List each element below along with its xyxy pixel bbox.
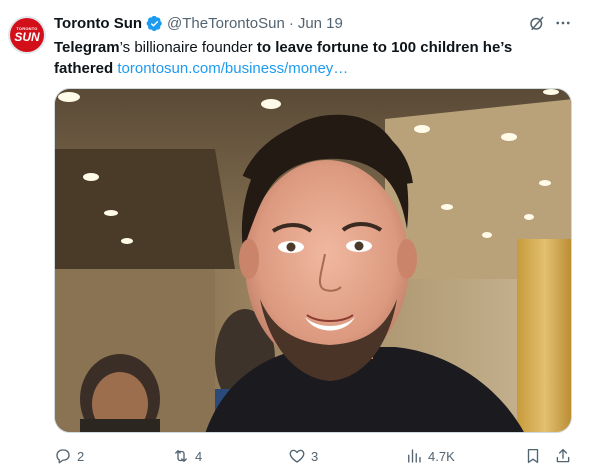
tweet-card[interactable]: TORONTO SUN Toronto Sun @TheTorontoSun ·…: [0, 0, 598, 475]
avatar[interactable]: TORONTO SUN: [8, 16, 46, 54]
tweet-date[interactable]: Jun 19: [298, 15, 343, 32]
heart-icon: [289, 449, 305, 463]
tweet-text-plain: ’s billionaire founder: [119, 39, 257, 56]
share-button[interactable]: [554, 444, 572, 468]
like-count: 3: [311, 448, 319, 464]
share-icon: [556, 448, 570, 463]
author-display-name[interactable]: Toronto Sun: [54, 15, 142, 32]
grok-icon[interactable]: [527, 13, 547, 33]
tweet-header: Toronto Sun @TheTorontoSun · Jun 19: [54, 13, 343, 33]
views-button[interactable]: 4.7K: [405, 444, 455, 468]
separator-dot: ·: [288, 14, 294, 32]
avatar-logo-big-text: SUN: [14, 30, 40, 44]
tweet-actions-bar: 2 4 3 4.7K: [54, 444, 574, 468]
repost-count: 4: [195, 448, 203, 464]
tweet-text-bold-telegram: Telegram: [54, 39, 120, 56]
analytics-icon: [408, 449, 421, 463]
view-count: 4.7K: [428, 448, 455, 464]
bookmark-icon: [527, 448, 539, 464]
reply-count: 2: [77, 448, 85, 464]
tweet-text: Telegram’s billionaire founder to leave …: [54, 37, 574, 79]
reply-icon: [56, 449, 70, 464]
more-options-icon[interactable]: [552, 13, 574, 33]
like-button[interactable]: 3: [288, 444, 318, 468]
bookmark-button[interactable]: [524, 444, 542, 468]
tweet-photo[interactable]: [54, 88, 572, 433]
toronto-sun-logo: TORONTO SUN: [10, 18, 44, 52]
repost-icon: [175, 450, 187, 462]
repost-button[interactable]: 4: [172, 444, 202, 468]
photo-icon: [55, 89, 571, 432]
verified-badge-icon: [146, 15, 163, 32]
reply-button[interactable]: 2: [54, 444, 84, 468]
article-link[interactable]: torontosun.com/business/money…: [117, 60, 348, 77]
author-handle[interactable]: @TheTorontoSun: [167, 15, 285, 32]
